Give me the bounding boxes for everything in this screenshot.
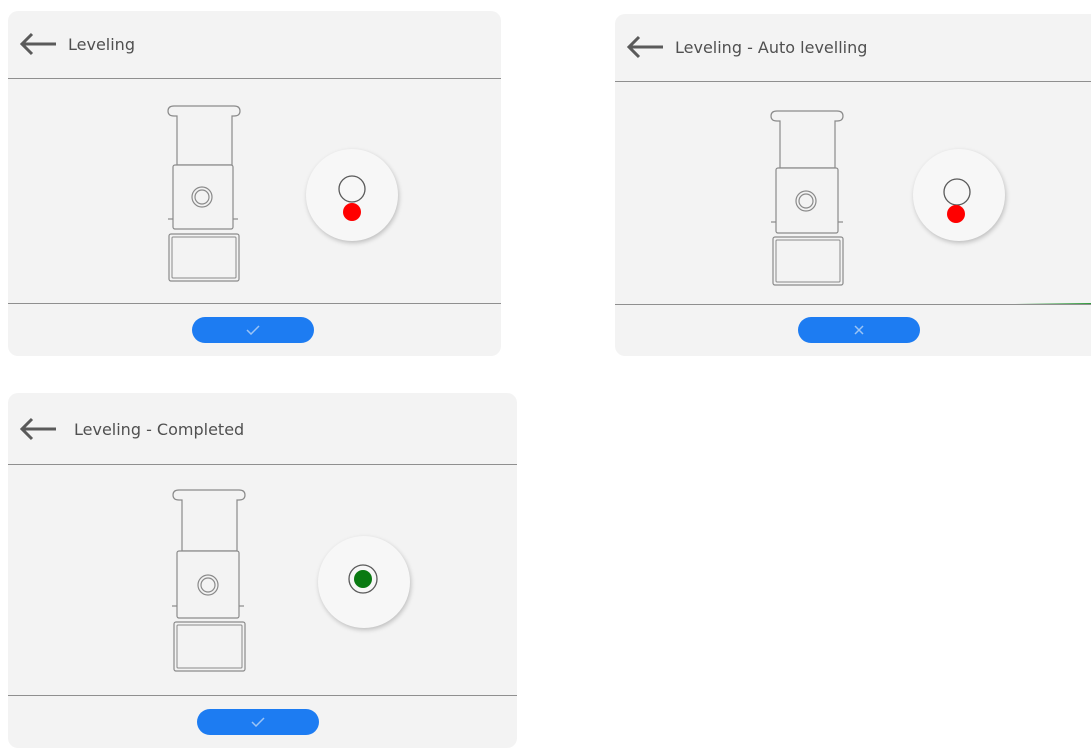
target-circle (943, 178, 971, 206)
header: Leveling - Auto levelling (615, 14, 1091, 82)
back-arrow-icon[interactable] (18, 414, 62, 444)
page-title: Leveling - Auto levelling (675, 38, 868, 57)
target-circle (338, 175, 366, 203)
check-icon (251, 717, 265, 727)
footer (8, 695, 517, 748)
close-icon (854, 325, 864, 335)
confirm-button[interactable] (192, 317, 314, 343)
check-icon (246, 325, 260, 335)
leveling-screen: Leveling (8, 11, 501, 356)
level-indicator (318, 536, 410, 628)
auto-levelling-screen: Leveling - Auto levelling (615, 14, 1091, 356)
level-indicator (306, 149, 398, 241)
level-indicator (913, 149, 1005, 241)
leveling-completed-screen: Leveling - Completed (8, 393, 517, 748)
footer (615, 304, 1091, 356)
back-arrow-icon[interactable] (625, 32, 669, 62)
level-bubble (354, 570, 372, 588)
cancel-button[interactable] (798, 317, 920, 343)
header: Leveling - Completed (8, 393, 517, 465)
balance-illustration (172, 489, 246, 672)
page-title: Leveling - Completed (74, 420, 245, 439)
page-title: Leveling (68, 35, 135, 54)
back-arrow-icon[interactable] (18, 29, 62, 59)
balance-illustration (167, 105, 241, 282)
footer (8, 303, 501, 356)
header: Leveling (8, 11, 501, 79)
balance-illustration (770, 110, 844, 286)
confirm-button[interactable] (197, 709, 319, 735)
level-bubble (343, 203, 361, 221)
level-bubble (947, 205, 965, 223)
